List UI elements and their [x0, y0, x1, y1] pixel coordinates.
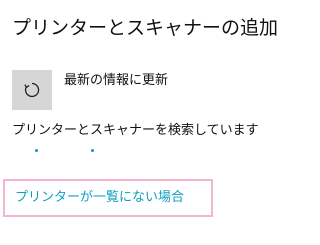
link-highlight-box: プリンターが一覧にない場合 — [3, 179, 213, 217]
printer-not-listed-link[interactable]: プリンターが一覧にない場合 — [15, 190, 184, 206]
page-title: プリンターとスキャナーの追加 — [12, 17, 279, 39]
searching-status-text: プリンターとスキャナーを検索しています — [12, 123, 259, 138]
progress-dot — [35, 149, 38, 152]
refresh-button[interactable] — [12, 70, 52, 110]
refresh-icon — [23, 81, 41, 99]
progress-dot — [91, 149, 94, 152]
refresh-row: 最新の情報に更新 — [12, 70, 168, 110]
progress-indicator — [0, 149, 278, 155]
refresh-label[interactable]: 最新の情報に更新 — [64, 73, 168, 89]
